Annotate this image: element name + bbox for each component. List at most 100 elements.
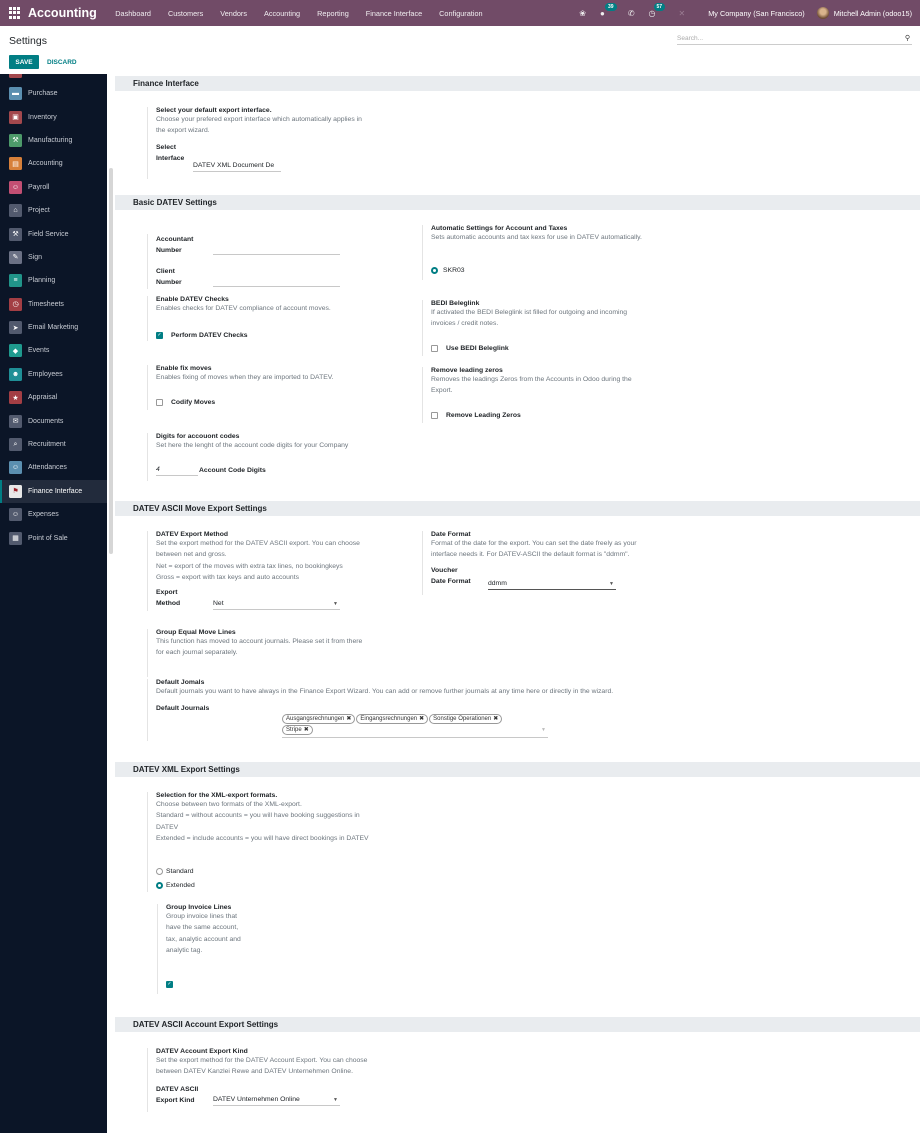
appraisal-icon: ★	[9, 391, 22, 405]
sidebar-item-inventory[interactable]: ▣ Inventory	[0, 105, 107, 128]
perform-datev-checks-option[interactable]: ✓ Perform DATEV Checks	[156, 332, 248, 339]
remove-tag-icon[interactable]: ✖	[304, 727, 309, 733]
menu-configuration[interactable]: Configuration	[439, 9, 482, 18]
field-label: Accountant	[156, 236, 194, 243]
sidebar-item-sign[interactable]: ✎ Sign	[0, 246, 107, 269]
sidebar-item-purchase[interactable]: ▬ Purchase	[0, 82, 107, 105]
sidebar-item-partial[interactable]	[0, 74, 107, 82]
sidebar-item-employees[interactable]: ☻ Employees	[0, 363, 107, 386]
extended-radio[interactable]	[156, 882, 163, 889]
sidebar-item-label: Inventory	[28, 113, 57, 121]
app-name[interactable]: Accounting	[28, 6, 97, 20]
inventory-icon: ▣	[9, 110, 22, 124]
timesheets-icon: ◷	[9, 297, 22, 311]
menu-accounting[interactable]: Accounting	[264, 9, 300, 18]
setting-title: Digits for accouont codes	[156, 433, 240, 440]
phone-icon[interactable]: ✆	[628, 9, 635, 18]
remove-leading-zeros-option[interactable]: Remove Leading Zeros	[431, 412, 521, 419]
sidebar-scrollbar[interactable]	[109, 168, 113, 554]
sidebar-item-project[interactable]: ⌂ Project	[0, 199, 107, 222]
sidebar-item-label: Point of Sale	[28, 534, 68, 542]
interface-select[interactable]: DATEV XML Document De	[193, 162, 281, 172]
setting-default-export-interface: Select your default export interface. Ch…	[147, 107, 427, 179]
menu-dashboard[interactable]: Dashboard	[115, 9, 151, 18]
remove-tag-icon[interactable]: ✖	[493, 716, 498, 722]
messages-icon[interactable]: ● 39	[600, 2, 617, 18]
codify-moves-option[interactable]: Codify Moves	[156, 399, 215, 406]
setting-title: Remove leading zeros	[431, 367, 503, 374]
journal-tag: Sonstige Operationen ✖	[429, 714, 503, 724]
remove-leading-zeros-checkbox[interactable]	[431, 412, 438, 419]
sidebar-item-timesheets[interactable]: ◷ Timesheets	[0, 293, 107, 316]
close-icon[interactable]: ✕	[679, 9, 686, 18]
skr03-option[interactable]: SKR03	[431, 267, 465, 274]
client-number-input[interactable]	[213, 277, 340, 287]
setting-desc: Group invoice lines that	[166, 913, 238, 920]
select-value: DATEV Unternehmen Online	[213, 1096, 300, 1103]
caret-down-icon: ▼	[333, 1097, 338, 1103]
menu-vendors[interactable]: Vendors	[220, 9, 247, 18]
sidebar-item-documents[interactable]: ✉ Documents	[0, 409, 107, 432]
setting-title: DATEV Export Method	[156, 531, 228, 538]
discard-button[interactable]: DISCARD	[47, 55, 77, 69]
sidebar-item-email-marketing[interactable]: ➤ Email Marketing	[0, 316, 107, 339]
group-invoice-lines-checkbox[interactable]: ✓	[166, 981, 173, 988]
option-label: Extended	[166, 882, 195, 889]
accountant-number-input[interactable]	[213, 245, 340, 255]
activities-icon[interactable]: ◷ 57	[649, 2, 666, 18]
sidebar-item-label: Accounting	[28, 160, 63, 168]
purchase-icon: ▬	[9, 87, 22, 101]
sidebar-item-label: Planning	[28, 277, 56, 285]
codify-moves-checkbox[interactable]	[156, 399, 163, 406]
sidebar-item-finance-interface[interactable]: ⚑ Finance Interface	[0, 479, 107, 504]
tag-label: Sonstige Operationen	[433, 716, 492, 722]
setting-desc: invoices / credit notes.	[431, 320, 499, 328]
perform-datev-checks-checkbox[interactable]: ✓	[156, 332, 163, 339]
save-button[interactable]: SAVE	[9, 55, 39, 69]
sidebar-item-expenses[interactable]: ☺ Expenses	[0, 503, 107, 526]
settings-sidebar: ▬ Purchase ▣ Inventory ⚒ Manufacturing ▤ Accoun…	[0, 74, 107, 1133]
menu-finance-interface[interactable]: Finance Interface	[366, 9, 422, 18]
menu-reporting[interactable]: Reporting	[317, 9, 349, 18]
standard-option[interactable]: Standard	[156, 868, 194, 875]
remove-tag-icon[interactable]: ✖	[419, 716, 424, 722]
user-menu[interactable]: Mitchell Admin (odoo15)	[816, 7, 912, 19]
apps-menu-icon[interactable]	[9, 7, 21, 19]
finance-interface-icon: ⚑	[9, 484, 22, 498]
voucher-date-format-select[interactable]: ddmm ▼	[488, 580, 616, 590]
setting-desc: Removes the leadings Zeros from the Acco…	[431, 376, 632, 383]
use-bedi-beleglink-option[interactable]: Use BEDI Beleglink	[431, 345, 509, 352]
journal-tag: Eingangsrechnungen ✖	[356, 714, 429, 724]
use-bedi-beleglink-checkbox[interactable]	[431, 345, 438, 352]
sidebar-item-events[interactable]: ◆ Events	[0, 339, 107, 362]
remove-tag-icon[interactable]: ✖	[346, 716, 351, 722]
sidebar-item-payroll[interactable]: ☺ Payroll	[0, 176, 107, 199]
sidebar-item-point-of-sale[interactable]: ▦ Point of Sale	[0, 526, 107, 549]
export-method-select[interactable]: Net ▼	[213, 600, 340, 610]
setting-desc: interface needs it. For DATEV-ASCII the …	[431, 551, 630, 559]
account-code-digits-input[interactable]: 4	[156, 466, 198, 476]
option-label: Use BEDI Beleglink	[446, 345, 509, 352]
standard-radio[interactable]	[156, 868, 163, 875]
field-label: Export	[156, 589, 178, 597]
setting-title: Automatic Settings for Account and Taxes	[431, 225, 568, 232]
sidebar-item-appraisal[interactable]: ★ Appraisal	[0, 386, 107, 409]
search-input[interactable]: Search... ⚲	[677, 32, 912, 45]
sidebar-item-manufacturing[interactable]: ⚒ Manufacturing	[0, 129, 107, 152]
bug-icon[interactable]: ❀	[579, 9, 586, 18]
sidebar-item-planning[interactable]: ≡ Planning	[0, 269, 107, 292]
setting-title: Enable fix moves	[156, 365, 212, 372]
sidebar-item-recruitment[interactable]: ⌕ Recruitment	[0, 433, 107, 456]
skr03-radio[interactable]	[431, 267, 438, 274]
company-switcher[interactable]: My Company (San Francisco)	[708, 9, 805, 18]
extended-option[interactable]: Extended	[156, 882, 195, 889]
default-journals-many2many[interactable]: Ausgangsrechnungen ✖ Eingangsrechnungen ✖ So…	[282, 714, 548, 738]
setting-title: DATEV Account Export Kind	[156, 1048, 248, 1055]
search-icon[interactable]: ⚲	[905, 34, 910, 42]
menu-customers[interactable]: Customers	[168, 9, 203, 18]
sidebar-item-accounting[interactable]: ▤ Accounting	[0, 152, 107, 175]
sidebar-item-field-service[interactable]: ⚒ Field Service	[0, 222, 107, 245]
export-kind-select[interactable]: DATEV Unternehmen Online ▼	[213, 1096, 340, 1106]
sidebar-item-attendances[interactable]: ☺ Attendances	[0, 456, 107, 479]
expenses-icon: ☺	[9, 508, 22, 522]
